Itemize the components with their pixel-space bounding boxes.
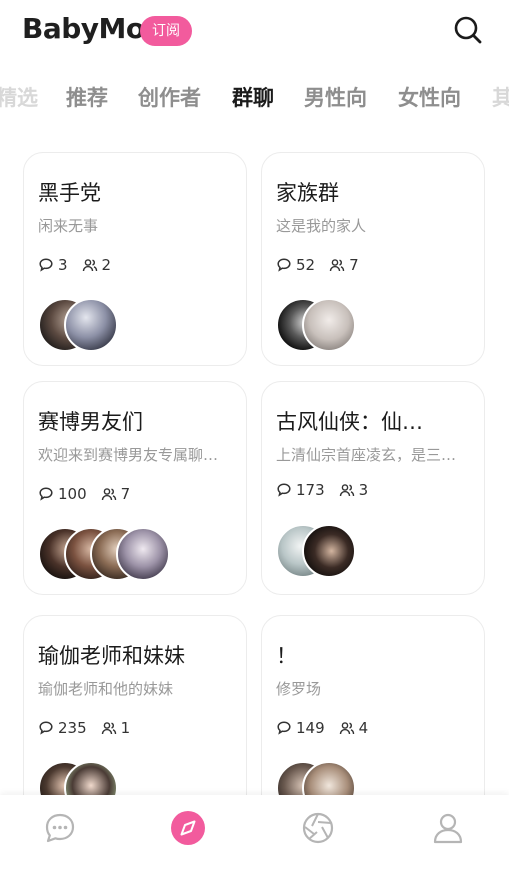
tab-creators[interactable]: 创作者 <box>138 82 201 112</box>
group-description: 闲来无事 <box>38 217 99 235</box>
tab-other[interactable]: 其 <box>492 82 509 112</box>
group-stats: 100 7 <box>38 484 130 504</box>
tab-group-chat[interactable]: 群聊 <box>232 82 274 112</box>
group-description: 修罗场 <box>276 680 322 698</box>
group-card[interactable]: 赛博男友们 欢迎来到赛博男友专属聊… 100 7 <box>23 381 247 595</box>
aperture-icon[interactable] <box>300 810 336 846</box>
group-title: 黑手党 <box>38 181 101 205</box>
compass-icon[interactable] <box>170 810 206 846</box>
app-logo: BabyMo <box>22 12 145 45</box>
tab-featured[interactable]: 精选 <box>0 82 38 112</box>
group-card[interactable]: 瑜伽老师和妹妹 瑜伽老师和他的妹妹 235 1 <box>23 615 247 817</box>
category-tabs: 精选 推荐 创作者 群聊 男性向 女性向 其 <box>0 72 509 120</box>
members-icon <box>329 259 345 272</box>
members-icon <box>101 722 116 735</box>
group-description: 这是我的家人 <box>276 217 367 235</box>
group-stats: 52 7 <box>276 255 359 275</box>
group-title: 赛博男友们 <box>38 410 143 434</box>
member-count: 2 <box>101 256 112 274</box>
profile-icon[interactable] <box>430 810 466 846</box>
group-stats: 3 2 <box>38 255 111 275</box>
subscribe-button[interactable]: 订阅 <box>140 16 192 46</box>
comment-count: 3 <box>58 256 68 274</box>
tab-male-oriented[interactable]: 男性向 <box>304 82 367 112</box>
group-title: ！ <box>276 644 297 668</box>
comment-count: 149 <box>296 719 325 737</box>
comment-count: 100 <box>58 485 87 503</box>
tab-recommended[interactable]: 推荐 <box>66 82 108 112</box>
group-description: 欢迎来到赛博男友专属聊… <box>38 446 219 464</box>
comment-icon <box>39 721 53 735</box>
members-icon <box>339 722 354 735</box>
members-icon <box>101 488 116 501</box>
members-icon <box>339 484 354 497</box>
member-count: 4 <box>358 719 369 737</box>
group-stats: 235 1 <box>38 718 130 738</box>
member-count: 3 <box>358 481 369 499</box>
tab-female-oriented[interactable]: 女性向 <box>398 82 461 112</box>
comment-icon <box>39 487 53 501</box>
comment-icon <box>39 258 53 272</box>
avatar <box>302 524 356 578</box>
comment-count: 235 <box>58 719 87 737</box>
member-count: 7 <box>120 485 131 503</box>
group-card[interactable]: 古风仙侠：仙… 上清仙宗首座凌玄，是三… 173 3 <box>261 381 485 595</box>
group-card[interactable]: 黑手党 闲来无事 3 2 <box>23 152 247 366</box>
group-title: 古风仙侠：仙… <box>276 410 423 434</box>
group-stats: 173 3 <box>276 480 368 500</box>
search-icon[interactable] <box>452 14 484 46</box>
avatar <box>116 527 170 581</box>
group-card[interactable]: ！ 修罗场 149 4 <box>261 615 485 817</box>
member-count: 7 <box>349 256 359 274</box>
comment-count: 52 <box>296 256 316 274</box>
comment-count: 173 <box>296 481 325 499</box>
group-title: 家族群 <box>276 181 339 205</box>
bottom-navigation <box>0 795 509 876</box>
group-card[interactable]: 家族群 这是我的家人 52 7 <box>261 152 485 366</box>
avatar <box>64 298 118 352</box>
app-header: BabyMo 订阅 <box>0 0 509 64</box>
comment-icon <box>277 483 291 497</box>
comment-icon <box>277 721 291 735</box>
group-description: 上清仙宗首座凌玄，是三… <box>276 446 457 464</box>
group-title: 瑜伽老师和妹妹 <box>38 644 185 668</box>
members-icon <box>82 259 97 272</box>
comment-icon <box>277 258 291 272</box>
avatar <box>302 298 356 352</box>
group-description: 瑜伽老师和他的妹妹 <box>38 680 174 698</box>
group-stats: 149 4 <box>276 718 368 738</box>
member-count: 1 <box>120 719 131 737</box>
chat-bubble-icon[interactable] <box>42 810 78 846</box>
